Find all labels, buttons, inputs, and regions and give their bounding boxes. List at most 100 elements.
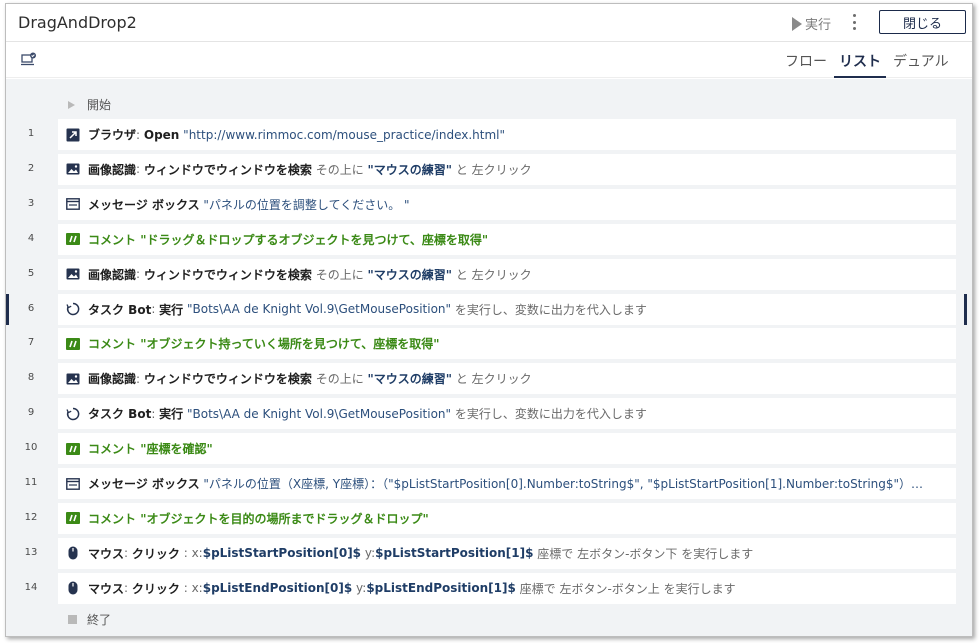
action-row[interactable]: 3 メッセージ ボックス "パネルの位置を調整してください。 " xyxy=(6,188,972,220)
comment-icon xyxy=(66,511,80,525)
image-recognition-icon xyxy=(66,267,80,281)
browser-open-icon xyxy=(66,128,80,142)
line-number: 8 xyxy=(27,372,35,384)
action-row[interactable]: 7 コメント "オブジェクト持っていく場所を見つけて、座標を取得" xyxy=(6,328,972,360)
action-card[interactable]: タスク Bot: 実行 "Bots\AA de Knight Vol.9\Get… xyxy=(58,293,956,325)
action-row[interactable]: 8 画像認識: ウィンドウでウィンドウを検索 その上に "マウスの練習" と 左ク… xyxy=(6,363,972,395)
action-text: : xyxy=(136,371,144,386)
action-text: $pListStartPosition[0]$ xyxy=(202,546,362,561)
action-card[interactable]: メッセージ ボックス "パネルの位置を調整してください。 " xyxy=(58,188,956,220)
action-card[interactable]: 画像認識: ウィンドウでウィンドウを検索 その上に "マウスの練習" と 左クリ… xyxy=(58,258,956,290)
action-text: : xyxy=(151,406,160,421)
action-text: "パネルの位置（X座標, Y座標）：（"$pListStartPosition[… xyxy=(199,477,924,491)
line-number: 14 xyxy=(24,581,38,593)
action-text: その上に xyxy=(311,162,368,177)
line-number: 7 xyxy=(27,337,35,349)
action-row[interactable]: 1 ブラウザ: Open "http://www.rimmoc.com/mouse… xyxy=(6,119,972,150)
mouse-icon xyxy=(66,546,80,560)
action-text: マウス xyxy=(88,581,125,596)
action-card[interactable]: 画像認識: ウィンドウでウィンドウを検索 その上に "マウスの練習" と 左クリ… xyxy=(58,363,956,395)
message-box-icon xyxy=(66,197,80,211)
comment-icon xyxy=(66,442,80,456)
action-text: 画像認識 xyxy=(88,267,137,282)
action-card[interactable]: マウス: クリック : x: $pListStartPosition[0]$ y:… xyxy=(58,537,956,569)
action-card[interactable]: コメント "座標を確認" xyxy=(58,433,956,465)
play-icon xyxy=(792,16,802,31)
action-text: その上に xyxy=(311,372,368,387)
action-text: : x: xyxy=(179,581,203,596)
action-text: 座標で 左ボタン-ボタン下 を実行します xyxy=(533,546,754,561)
action-list: 開始 1 ブラウザ: Open "http://www.rimmoc.com/mo… xyxy=(6,79,972,636)
action-row[interactable]: 14 マウス: クリック : x: $pListEndPosition[0]$ y:… xyxy=(6,572,972,604)
end-node: 終了 xyxy=(68,611,111,628)
editor-window: DragAndDrop2 実行 閉じる フロー リスト デュアル 開始 1 ブラウ… xyxy=(5,3,973,637)
action-card[interactable]: 画像認識: ウィンドウでウィンドウを検索 その上に "マウスの練習" と 左クリ… xyxy=(58,153,956,185)
action-text: y: xyxy=(352,581,367,596)
action-row[interactable]: 4 コメント "ドラッグ＆ドロップするオブジェクトを見つけて、座標を取得" xyxy=(6,223,972,255)
action-text: $pListStartPosition[1]$ xyxy=(375,546,534,561)
action-text: "オブジェクト持っていく場所を見つけて、座標を取得" xyxy=(136,337,440,352)
run-button[interactable]: 実行 xyxy=(792,14,831,33)
action-row[interactable]: 11 メッセージ ボックス "パネルの位置（X座標, Y座標）：（"$pListS… xyxy=(6,468,972,499)
action-text: を実行し、変数に出力を代入します xyxy=(451,407,647,422)
action-row[interactable]: 6 タスク Bot: 実行 "Bots\AA de Knight Vol.9\Ge… xyxy=(6,293,972,325)
more-options-icon[interactable] xyxy=(852,14,856,30)
action-row[interactable]: 5 画像認識: ウィンドウでウィンドウを検索 その上に "マウスの練習" と 左ク… xyxy=(6,258,972,290)
close-button[interactable]: 閉じる xyxy=(879,10,966,34)
variables-panel-icon[interactable] xyxy=(21,52,37,66)
action-card[interactable]: マウス: クリック : x: $pListEndPosition[0]$ y: $p… xyxy=(58,572,956,604)
action-text: : xyxy=(124,581,132,596)
line-number: 1 xyxy=(27,128,35,139)
action-text: その上に xyxy=(311,267,368,282)
action-text: 実行 xyxy=(159,302,184,317)
action-text: "マウスの練習" xyxy=(367,267,453,282)
start-icon xyxy=(68,100,75,109)
action-text: クリック xyxy=(131,546,180,561)
action-text: と 左クリック xyxy=(452,267,532,282)
action-text: マウス xyxy=(88,546,125,561)
line-number: 5 xyxy=(27,267,35,279)
action-text: "マウスの練習" xyxy=(367,372,453,387)
comment-icon xyxy=(66,337,80,351)
action-text: : xyxy=(136,267,144,282)
action-text: タスク Bot xyxy=(88,407,152,422)
tab-flow[interactable]: フロー xyxy=(780,42,832,78)
mouse-icon xyxy=(66,581,80,595)
action-card[interactable]: ブラウザ: Open "http://www.rimmoc.com/mouse_… xyxy=(58,119,956,150)
action-text: "Bots\AA de Knight Vol.9\GetMousePositio… xyxy=(183,302,452,316)
action-card[interactable]: コメント "ドラッグ＆ドロップするオブジェクトを見つけて、座標を取得" xyxy=(58,223,956,255)
end-label: 終了 xyxy=(87,613,112,627)
action-text: ブラウザ xyxy=(88,128,137,142)
action-text: : xyxy=(136,127,144,142)
action-text: Open xyxy=(143,127,180,142)
view-tabs: フロー リスト デュアル xyxy=(778,42,954,78)
bot-title: DragAndDrop2 xyxy=(18,13,137,32)
action-card[interactable]: タスク Bot: 実行 "Bots\AA de Knight Vol.9\Get… xyxy=(58,398,956,430)
action-row[interactable]: 9 タスク Bot: 実行 "Bots\AA de Knight Vol.9\Ge… xyxy=(6,398,972,430)
selection-marker-right xyxy=(964,293,967,325)
action-card[interactable]: コメント "オブジェクト持っていく場所を見つけて、座標を取得" xyxy=(58,328,956,360)
action-row[interactable]: 10 コメント "座標を確認" xyxy=(6,433,972,465)
tab-dual[interactable]: デュアル xyxy=(888,42,954,78)
line-number: 12 xyxy=(24,511,38,523)
line-number: 4 xyxy=(27,232,35,244)
action-text: : xyxy=(136,162,144,177)
action-card[interactable]: メッセージ ボックス "パネルの位置（X座標, Y座標）：（"$pListSta… xyxy=(58,468,956,499)
action-row[interactable]: 12 コメント "オブジェクトを目的の場所までドラッグ＆ドロップ" xyxy=(6,502,972,534)
tab-list[interactable]: リスト xyxy=(834,42,886,78)
line-number: 6 xyxy=(27,302,35,314)
action-text: コメント xyxy=(88,442,137,457)
start-node: 開始 xyxy=(68,96,111,113)
action-text: 実行 xyxy=(159,407,184,422)
action-text: $pListEndPosition[0]$ xyxy=(202,581,353,596)
action-text: "オブジェクトを目的の場所までドラッグ＆ドロップ" xyxy=(136,511,429,526)
action-card[interactable]: コメント "オブジェクトを目的の場所までドラッグ＆ドロップ" xyxy=(58,502,956,534)
action-text: クリック xyxy=(131,581,180,596)
action-text: "ドラッグ＆ドロップするオブジェクトを見つけて、座標を取得" xyxy=(136,232,489,247)
toolbar: フロー リスト デュアル xyxy=(6,42,972,78)
line-number: 11 xyxy=(24,477,38,488)
action-row[interactable]: 2 画像認識: ウィンドウでウィンドウを検索 その上に "マウスの練習" と 左ク… xyxy=(6,153,972,185)
task-bot-icon xyxy=(66,302,80,316)
action-row[interactable]: 13 マウス: クリック : x: $pListStartPosition[0]$ … xyxy=(6,537,972,569)
end-icon xyxy=(68,615,77,624)
